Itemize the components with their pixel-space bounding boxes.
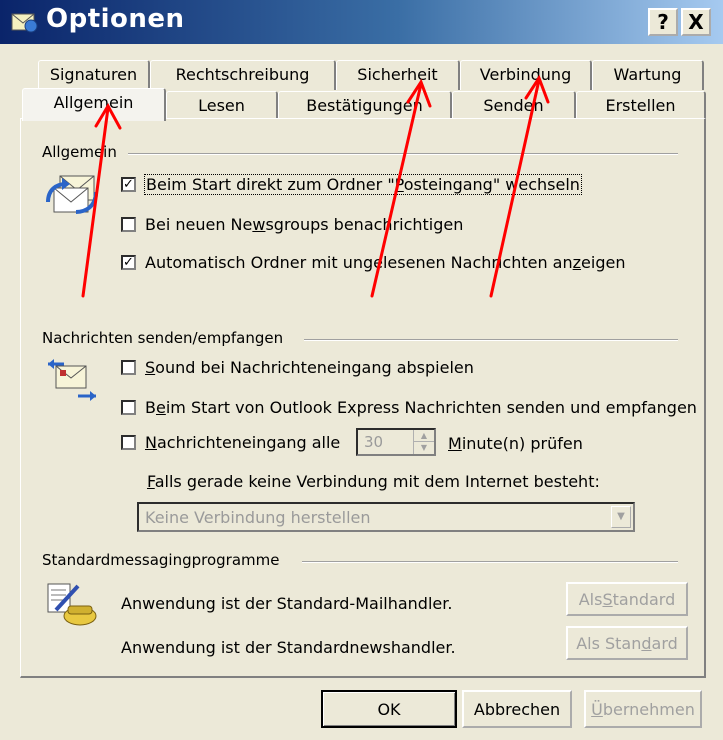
option-interval[interactable]: Nachrichteneingang alle (121, 433, 340, 452)
section-title-senden: Nachrichten senden/empfangen (42, 329, 284, 347)
window-title: Optionen (46, 4, 185, 34)
outlook-app-icon (11, 13, 38, 33)
chevron-down-icon[interactable]: ▼ (611, 506, 631, 528)
tab-senden[interactable]: Senden (452, 91, 576, 119)
no-connection-value: Keine Verbindung herstellen (145, 508, 371, 527)
option-interval-label: Nachrichteneingang alle (145, 433, 341, 452)
tab-rechtschreibung[interactable]: Rechtschreibung (150, 60, 336, 90)
section-divider (128, 153, 678, 155)
interval-unit-label: Minute(n) prüfen (448, 434, 583, 453)
no-connection-select[interactable]: Keine Verbindung herstellen ▼ (137, 502, 635, 532)
option-sound-label: Sound bei Nachrichteneingang abspielen (145, 358, 474, 377)
tab-wartung[interactable]: Wartung (592, 60, 704, 90)
tab-erstellen[interactable]: Erstellen (576, 91, 706, 119)
option-sound[interactable]: Sound bei Nachrichteneingang abspielen (121, 358, 474, 377)
set-default-news-button[interactable]: Als Stan d ard (566, 626, 688, 660)
send-receive-icon (48, 359, 96, 401)
section-divider (304, 339, 678, 341)
tab-bestaetigungen[interactable]: Bestätigungen (278, 91, 452, 119)
checkbox-unread-folder[interactable] (121, 255, 136, 270)
help-button[interactable]: ? (648, 8, 678, 36)
option-start-send-label: Beim Start von Outlook Express Nachricht… (145, 398, 697, 417)
option-unread-folder[interactable]: Automatisch Ordner mit ungelesenen Nachr… (121, 253, 625, 272)
title-bar: Optionen ? X (0, 0, 723, 44)
mail-handler-text: Anwendung ist der Standard-Mailhandler. (121, 594, 453, 613)
interval-spinner[interactable]: 30 ▲ ▼ (356, 428, 436, 456)
tab-allgemein[interactable]: Allgemein (22, 88, 166, 121)
section-title-allgemein: Allgemein (42, 143, 117, 161)
option-start-inbox-label: Beim Start direkt zum Ordner "Posteingan… (144, 174, 582, 195)
tab-verbindung[interactable]: Verbindung (460, 60, 592, 90)
section-title-standard: Standardmessagingprogramme (42, 551, 280, 569)
set-default-mail-button[interactable]: Als Standard (566, 582, 688, 616)
spin-up-icon[interactable]: ▲ (414, 430, 434, 442)
spinner-buttons[interactable]: ▲ ▼ (413, 430, 434, 454)
phone-pen-icon (47, 583, 97, 626)
no-connection-label: Falls gerade keine Verbindung mit dem In… (147, 472, 600, 491)
option-start-inbox[interactable]: Beim Start direkt zum Ordner "Posteingan… (121, 174, 582, 195)
cancel-button[interactable]: Abbrechen (462, 690, 572, 728)
checkbox-start-inbox[interactable] (121, 177, 136, 192)
apply-button[interactable]: Übernehmen (584, 690, 702, 728)
checkbox-sound[interactable] (121, 360, 136, 375)
tab-lesen[interactable]: Lesen (166, 91, 278, 119)
checkbox-newsgroups[interactable] (121, 217, 136, 232)
checkbox-interval[interactable] (121, 435, 136, 450)
option-newsgroups-label: Bei neuen Newsgroups benachrichtigen (145, 215, 464, 234)
checkbox-start-send[interactable] (121, 400, 136, 415)
option-unread-folder-label: Automatisch Ordner mit ungelesenen Nachr… (145, 253, 626, 272)
tab-sicherheit[interactable]: Sicherheit (336, 60, 460, 90)
news-handler-text: Anwendung ist der Standardnewshandler. (121, 638, 456, 657)
interval-value: 30 (364, 433, 384, 451)
spin-down-icon[interactable]: ▼ (414, 442, 434, 453)
mail-envelopes-icon (46, 175, 98, 214)
ok-button[interactable]: OK (321, 690, 457, 728)
option-start-send[interactable]: Beim Start von Outlook Express Nachricht… (121, 398, 697, 417)
section-divider (302, 561, 678, 563)
option-newsgroups[interactable]: Bei neuen Newsgroups benachrichtigen (121, 215, 463, 234)
close-button[interactable]: X (681, 8, 711, 36)
tab-signaturen[interactable]: Signaturen (38, 60, 150, 90)
